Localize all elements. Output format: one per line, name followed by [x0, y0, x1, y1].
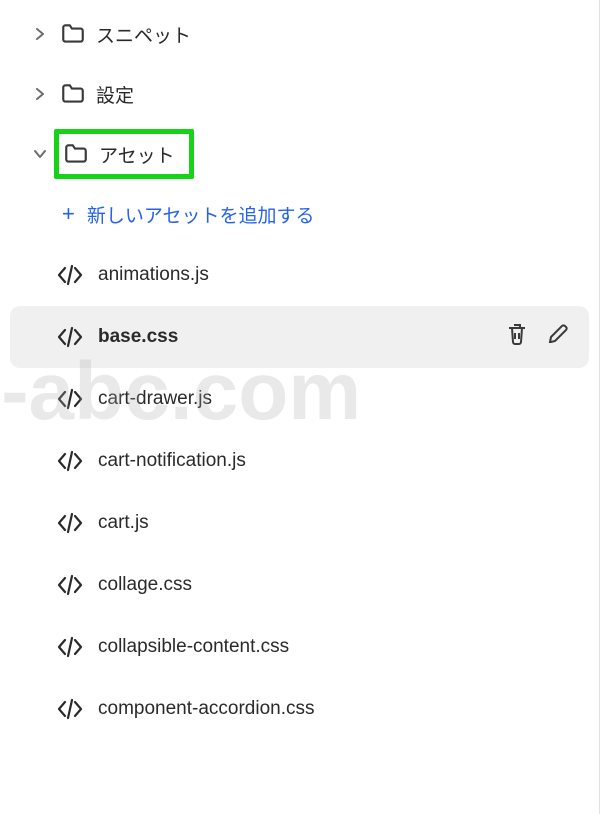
chevron-right-icon — [30, 88, 50, 100]
folder-icon — [60, 21, 86, 47]
folder-icon — [60, 81, 86, 107]
file-tree: スニペット 設定 アセット + 新しいアセットを追加する animations.… — [0, 0, 600, 814]
edit-icon[interactable] — [547, 322, 571, 352]
file-row[interactable]: cart.js — [0, 492, 599, 554]
code-icon — [56, 512, 84, 534]
code-icon — [56, 636, 84, 658]
file-name: cart.js — [98, 512, 581, 534]
add-asset-button[interactable]: + 新しいアセットを追加する — [0, 184, 599, 244]
folder-label: スニペット — [96, 21, 191, 48]
file-name: collage.css — [98, 574, 581, 596]
file-row[interactable]: collapsible-content.css — [0, 616, 599, 678]
folder-row-snippets[interactable]: スニペット — [0, 4, 599, 64]
code-icon — [56, 326, 84, 348]
file-name: collapsible-content.css — [98, 636, 581, 658]
folder-label: アセット — [99, 141, 175, 168]
folder-icon — [63, 141, 89, 167]
code-icon — [56, 450, 84, 472]
file-row[interactable]: animations.js — [0, 244, 599, 306]
file-row[interactable]: component-accordion.css — [0, 678, 599, 740]
file-name: animations.js — [98, 264, 581, 286]
delete-icon[interactable] — [505, 322, 529, 352]
code-icon — [56, 388, 84, 410]
code-icon — [56, 574, 84, 596]
plus-icon: + — [62, 201, 75, 227]
code-icon — [56, 698, 84, 720]
file-name: cart-notification.js — [98, 450, 581, 472]
file-name: component-accordion.css — [98, 698, 581, 720]
file-row[interactable]: base.css — [10, 306, 589, 368]
folder-row-settings[interactable]: 設定 — [0, 64, 599, 124]
file-actions — [505, 322, 571, 352]
file-name: base.css — [98, 326, 491, 348]
code-icon — [56, 264, 84, 286]
chevron-right-icon — [30, 28, 50, 40]
file-name: cart-drawer.js — [98, 388, 581, 410]
add-asset-label: 新しいアセットを追加する — [87, 201, 315, 228]
highlight-box: アセット — [54, 129, 194, 179]
file-row[interactable]: cart-notification.js — [0, 430, 599, 492]
chevron-down-icon — [30, 148, 50, 160]
file-row[interactable]: cart-drawer.js — [0, 368, 599, 430]
folder-label: 設定 — [96, 81, 134, 108]
file-row[interactable]: collage.css — [0, 554, 599, 616]
folder-row-assets[interactable]: アセット — [0, 124, 599, 184]
